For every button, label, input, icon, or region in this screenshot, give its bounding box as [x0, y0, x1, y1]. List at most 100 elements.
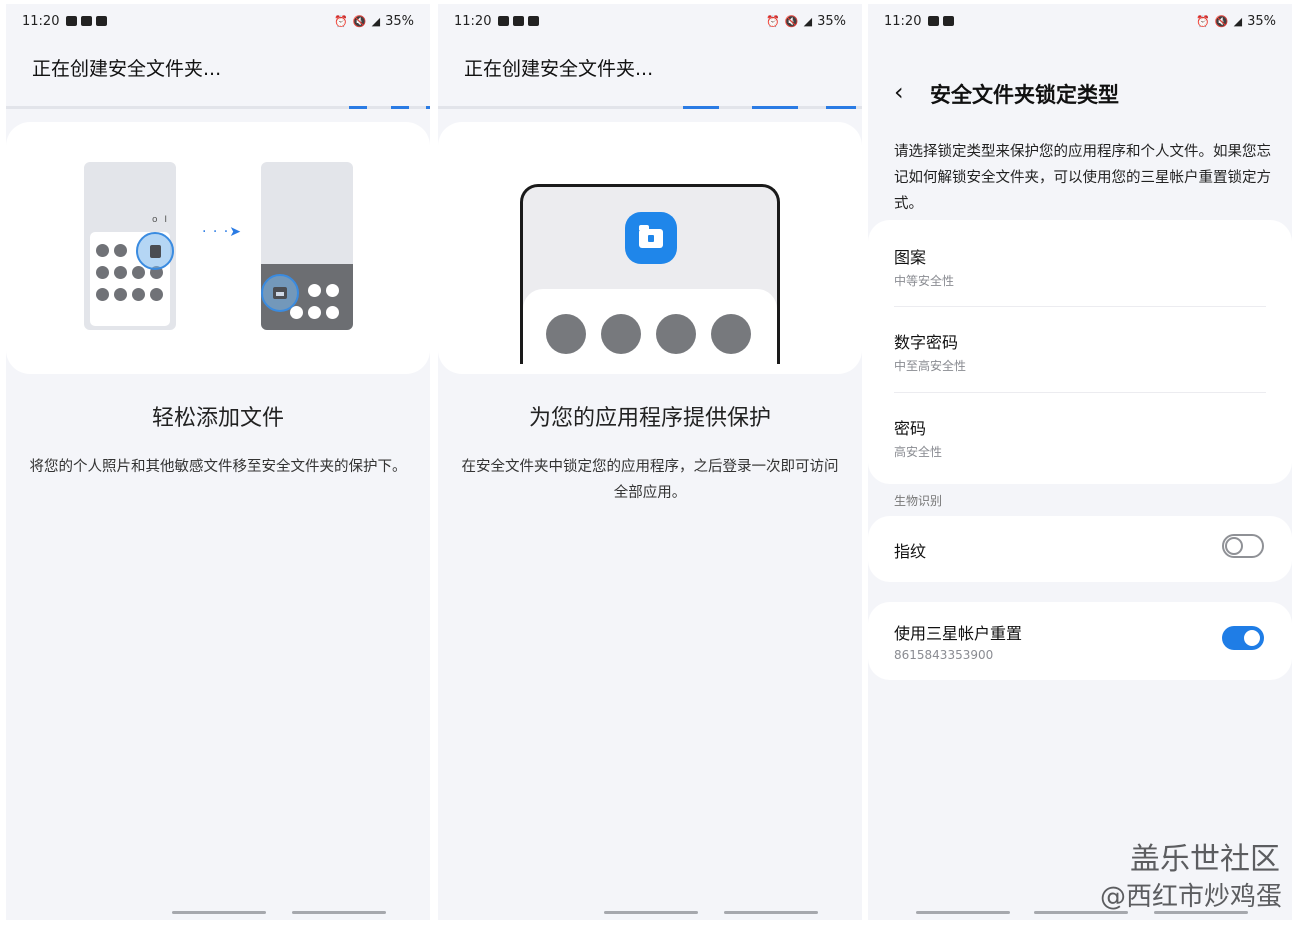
app-dot — [308, 306, 321, 319]
app-dot — [114, 266, 127, 279]
page-title: 安全文件夹锁定类型 — [930, 83, 1119, 107]
notification-icon — [513, 16, 524, 26]
samsung-reset-row[interactable]: 使用三星帐户重置 8615843353900 — [894, 620, 1264, 662]
biometrics-section-label: 生物识别 — [894, 494, 943, 508]
illustration-indicator: o I — [152, 215, 170, 225]
app-dot — [96, 266, 109, 279]
notification-icons — [928, 16, 954, 26]
option-label: 图案 — [894, 248, 927, 267]
app-dot — [326, 306, 339, 319]
samsung-reset-label: 使用三星帐户重置 — [894, 624, 1023, 643]
signal-icon: ◢ — [803, 15, 813, 28]
file-bubble-icon — [136, 232, 174, 270]
status-time: 11:20 — [22, 14, 60, 29]
progress-segment — [752, 106, 798, 109]
page-heading: 轻松添加文件 — [151, 406, 284, 431]
lock-option-password[interactable]: 密码 高安全性 — [894, 415, 1264, 460]
nav-gesture-bar[interactable] — [916, 911, 1010, 914]
option-label: 密码 — [894, 419, 927, 438]
fingerprint-toggle[interactable] — [1222, 534, 1264, 558]
document-icon — [149, 244, 161, 258]
header-title: 正在创建安全文件夹... — [32, 58, 222, 80]
samsung-account-id: 8615843353900 — [894, 648, 994, 662]
option-security-level: 中至高安全性 — [894, 359, 967, 373]
notification-icons — [498, 16, 539, 26]
onboarding-screen-add-files: 11:20 ⏰ 🔇 ◢ 35% 正在创建安全文件夹... o I · · ·➤ — [6, 4, 430, 920]
illustration-card — [6, 122, 430, 374]
secure-folder-icon — [625, 212, 677, 264]
progress-track — [438, 106, 862, 109]
fingerprint-row[interactable]: 指纹 — [894, 538, 1264, 562]
mute-icon: 🔇 — [352, 15, 367, 28]
move-arrow-icon: · · ·➤ — [202, 224, 242, 240]
mute-icon: 🔇 — [1214, 15, 1229, 28]
battery-percent: 35% — [385, 14, 414, 29]
fingerprint-label: 指纹 — [894, 542, 927, 561]
signal-icon: ◢ — [1233, 15, 1243, 28]
alarm-icon: ⏰ — [334, 15, 348, 28]
progress-segment — [683, 106, 719, 109]
notification-icon — [66, 16, 77, 26]
onboarding-screen-protect-apps: 11:20 ⏰ 🔇 ◢ 35% 正在创建安全文件夹... 为您的应用程序提供保护… — [438, 4, 862, 920]
nav-gesture-bar[interactable] — [604, 911, 698, 914]
watermark-author: @西红市炒鸡蛋 — [1099, 882, 1282, 912]
alarm-icon: ⏰ — [766, 15, 780, 28]
image-bubble-icon — [261, 274, 299, 312]
status-bar: 11:20 ⏰ 🔇 ◢ 35% — [6, 12, 430, 32]
alarm-icon: ⏰ — [1196, 15, 1210, 28]
app-dot — [96, 288, 109, 301]
divider — [894, 306, 1266, 307]
app-dot — [326, 284, 339, 297]
option-security-level: 高安全性 — [894, 445, 943, 459]
status-right: ⏰ 🔇 ◢ 35% — [766, 14, 846, 29]
watermark-title: 盖乐世社区 — [1130, 842, 1280, 877]
pin-dot — [656, 314, 696, 354]
divider — [894, 392, 1266, 393]
notification-icon — [96, 16, 107, 26]
folder-lock-icon — [639, 224, 663, 248]
progress-segment — [826, 106, 856, 109]
image-icon — [273, 287, 287, 299]
battery-percent: 35% — [817, 14, 846, 29]
app-dot — [132, 266, 145, 279]
lock-option-pattern[interactable]: 图案 中等安全性 — [894, 244, 1264, 289]
page-heading: 为您的应用程序提供保护 — [528, 406, 771, 431]
signal-icon: ◢ — [371, 15, 381, 28]
status-time: 11:20 — [454, 14, 492, 29]
progress-segment — [426, 106, 430, 109]
pin-dot — [711, 314, 751, 354]
samsung-reset-toggle[interactable] — [1222, 626, 1264, 650]
notification-icon — [928, 16, 939, 26]
pin-dot — [601, 314, 641, 354]
app-dot — [308, 284, 321, 297]
battery-percent: 35% — [1247, 14, 1276, 29]
notification-icon — [81, 16, 92, 26]
lock-option-pin[interactable]: 数字密码 中至高安全性 — [894, 329, 1264, 374]
app-dot — [290, 306, 303, 319]
status-right: ⏰ 🔇 ◢ 35% — [334, 14, 414, 29]
progress-segment — [391, 106, 409, 109]
pin-dot — [546, 314, 586, 354]
notification-icons — [66, 16, 107, 26]
header-title: 正在创建安全文件夹... — [464, 58, 654, 80]
option-label: 数字密码 — [894, 333, 959, 352]
option-security-level: 中等安全性 — [894, 274, 955, 288]
page-description: 将您的个人照片和其他敏感文件移至安全文件夹的保护下。 — [29, 459, 407, 475]
nav-gesture-bar[interactable] — [292, 911, 386, 914]
status-bar: 11:20 ⏰ 🔇 ◢ 35% — [868, 12, 1292, 32]
back-arrow-icon[interactable]: ‹ — [894, 78, 904, 106]
status-right: ⏰ 🔇 ◢ 35% — [1196, 14, 1276, 29]
notification-icon — [498, 16, 509, 26]
nav-gesture-bar[interactable] — [724, 911, 818, 914]
mute-icon: 🔇 — [784, 15, 799, 28]
nav-gesture-bar[interactable] — [172, 911, 266, 914]
notification-icon — [943, 16, 954, 26]
app-dot — [96, 244, 109, 257]
page-description: 请选择锁定类型来保护您的应用程序和个人文件。如果您忘记如何解锁安全文件夹，可以使… — [894, 144, 1271, 212]
app-dot — [132, 288, 145, 301]
page-description: 在安全文件夹中锁定您的应用程序，之后登录一次即可访问全部应用。 — [461, 459, 839, 501]
lock-type-screen: 11:20 ⏰ 🔇 ◢ 35% ‹ 安全文件夹锁定类型 请选择锁定类型来保护您的… — [868, 4, 1292, 920]
toggle-knob — [1225, 537, 1243, 555]
notification-icon — [528, 16, 539, 26]
app-dot — [114, 244, 127, 257]
